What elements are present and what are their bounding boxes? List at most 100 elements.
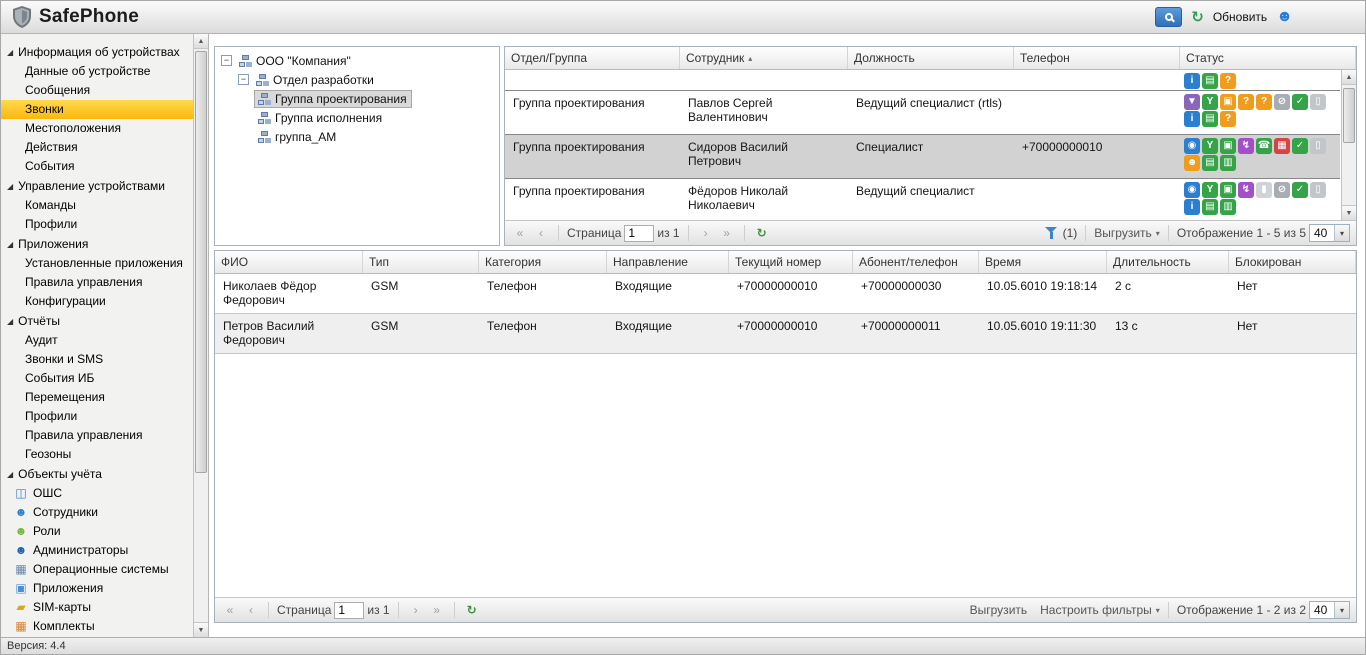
divider [743, 225, 745, 241]
sidebar-item[interactable]: События [1, 157, 193, 176]
employees-scrollbar[interactable]: ▲ ▼ [1341, 70, 1356, 220]
sidebar-item[interactable]: Правила управления [1, 273, 193, 292]
search-button[interactable] [1155, 7, 1183, 27]
user-icon[interactable]: ☻ [1276, 8, 1293, 26]
refresh-grid-button[interactable]: ↻ [463, 601, 481, 619]
first-page-button[interactable]: « [511, 224, 529, 242]
page-size-select[interactable]: 40 ▾ [1309, 224, 1350, 242]
sidebar-item[interactable]: Данные об устройстве [1, 62, 193, 81]
scrollbar-thumb[interactable] [1343, 88, 1355, 143]
sidebar-section-header[interactable]: ◢ Управление устройствами [1, 176, 193, 196]
tree-node-label: Отдел разработки [273, 72, 374, 87]
column-header[interactable]: Время [979, 251, 1107, 273]
scroll-up-icon[interactable]: ▲ [1342, 70, 1356, 85]
scroll-down-icon[interactable]: ▼ [194, 622, 208, 637]
sidebar-item[interactable]: Звонки [1, 100, 193, 119]
export-button[interactable]: Выгрузить ▾ [1094, 226, 1160, 240]
sidebar-item[interactable]: Перемещения [1, 388, 193, 407]
scroll-down-icon[interactable]: ▼ [1342, 205, 1356, 220]
last-page-button[interactable]: » [718, 224, 736, 242]
sidebar-item[interactable]: Звонки и SMS [1, 350, 193, 369]
sidebar-section-header[interactable]: ◢ Отчёты [1, 311, 193, 331]
sidebar-item[interactable]: ▣ Приложения [1, 579, 193, 598]
column-header[interactable]: Должность [848, 47, 1014, 69]
sidebar-item[interactable]: ▦ Операционные системы [1, 560, 193, 579]
sidebar-item[interactable]: ▰ SIM-карты [1, 598, 193, 617]
tree-node-department[interactable]: − Отдел разработки [217, 70, 497, 89]
column-header[interactable]: Телефон [1014, 47, 1180, 69]
sidebar-item[interactable]: ☻ Роли [1, 522, 193, 541]
column-header[interactable]: ФИО [215, 251, 363, 273]
sidebar-item[interactable]: Геозоны [1, 445, 193, 464]
tree-node-group-design[interactable]: Группа проектирования [217, 89, 497, 108]
last-page-button[interactable]: » [428, 601, 446, 619]
configure-filters-button[interactable]: Настроить фильтры ▾ [1040, 603, 1160, 617]
column-header[interactable]: Сотрудник ▴ [680, 47, 848, 69]
sidebar-item-label: Комплекты [33, 619, 95, 633]
column-header[interactable]: Абонент/телефон [853, 251, 979, 273]
first-page-button[interactable]: « [221, 601, 239, 619]
collapse-icon[interactable]: − [221, 55, 232, 66]
cell: Группа проектирования [513, 96, 645, 110]
sidebar-item[interactable]: ▦ Комплекты [1, 617, 193, 636]
call-row[interactable]: Петров Василий Федорович GSM Телефон Входящ… [215, 314, 1356, 354]
scroll-up-icon[interactable]: ▲ [194, 34, 208, 49]
sidebar-item[interactable]: ☻ Администраторы [1, 541, 193, 560]
sidebar-item[interactable]: Местоположения [1, 119, 193, 138]
prev-page-button[interactable]: ‹ [532, 224, 550, 242]
sidebar-item[interactable]: Конфигурации [1, 292, 193, 311]
call-row[interactable]: Николаев Фёдор Федорович GSM Телефон Входящ… [215, 274, 1356, 314]
tree-node-group-am[interactable]: группа_АМ [217, 127, 497, 146]
column-header[interactable]: Блокирован [1229, 251, 1356, 273]
safephone-logo-icon [11, 5, 33, 29]
column-header[interactable]: Категория [479, 251, 607, 273]
sidebar-item[interactable]: Действия [1, 138, 193, 157]
cell: Телефон [487, 319, 537, 333]
collapse-icon[interactable]: − [238, 74, 249, 85]
page-input[interactable] [624, 224, 655, 242]
refresh-grid-button[interactable]: ↻ [753, 224, 771, 242]
employee-row[interactable]: Группа проектирования Павлов Сергей Вален… [505, 91, 1340, 135]
export-label: Выгрузить [1094, 226, 1152, 240]
sidebar-item[interactable]: Команды [1, 196, 193, 215]
device-icon: ▯ [1310, 94, 1326, 110]
sidebar-item[interactable]: Аудит [1, 331, 193, 350]
sidebar-scrollbar[interactable]: ▲ ▼ [193, 34, 208, 637]
sidebar-item[interactable]: ☻ Сотрудники [1, 503, 193, 522]
sidebar-item[interactable]: ◫ ОШС [1, 484, 193, 503]
sidebar-item[interactable]: Профили [1, 215, 193, 234]
prev-page-button[interactable]: ‹ [242, 601, 260, 619]
column-header[interactable]: Направление [607, 251, 729, 273]
tree-node-group-execution[interactable]: Группа исполнения [217, 108, 497, 127]
cell: Петров Василий Федорович [223, 319, 315, 347]
employees-pagination: « ‹ Страница из 1 › » ↻ (1) [505, 220, 1356, 245]
employee-row[interactable]: Группа проектирования Фёдоров Николай Ник… [505, 179, 1340, 220]
sidebar-item[interactable]: Профили [1, 407, 193, 426]
next-page-button[interactable]: › [697, 224, 715, 242]
sidebar-item[interactable]: Установленные приложения [1, 254, 193, 273]
sidebar-item[interactable]: ▩Геозоны [1, 636, 193, 637]
scrollbar-thumb[interactable] [195, 51, 207, 474]
next-page-button[interactable]: › [407, 601, 425, 619]
sidebar-item[interactable]: Сообщения [1, 81, 193, 100]
page-input[interactable] [334, 601, 365, 619]
employee-row[interactable]: Группа проектирования Сидоров Василий Пет… [505, 135, 1340, 179]
page-size-select[interactable]: 40 ▾ [1309, 601, 1350, 619]
sidebar-section-header[interactable]: ◢ Объекты учёта [1, 464, 193, 484]
column-header[interactable]: Тип [363, 251, 479, 273]
employee-row-partial[interactable]: i ▤? [505, 70, 1340, 91]
tree-node-company[interactable]: − ООО "Компания" [217, 51, 497, 70]
column-header[interactable]: Статус [1180, 47, 1356, 69]
sidebar-section-header[interactable]: ◢ Приложения [1, 234, 193, 254]
column-header[interactable]: Отдел/Группа [505, 47, 680, 69]
export-button[interactable]: Выгрузить [970, 603, 1028, 617]
column-header[interactable]: Текущий номер [729, 251, 853, 273]
divider [268, 602, 269, 618]
sidebar-section-header[interactable]: ◢ Информация об устройствах [1, 42, 193, 62]
column-header[interactable]: Длительность [1107, 251, 1229, 273]
sidebar-item[interactable]: Правила управления [1, 426, 193, 445]
refresh-button[interactable]: Обновить [1213, 10, 1267, 24]
refresh-icon[interactable]: ↻ [1191, 8, 1204, 26]
filter-icon[interactable] [1044, 227, 1058, 239]
sidebar-item[interactable]: События ИБ [1, 369, 193, 388]
